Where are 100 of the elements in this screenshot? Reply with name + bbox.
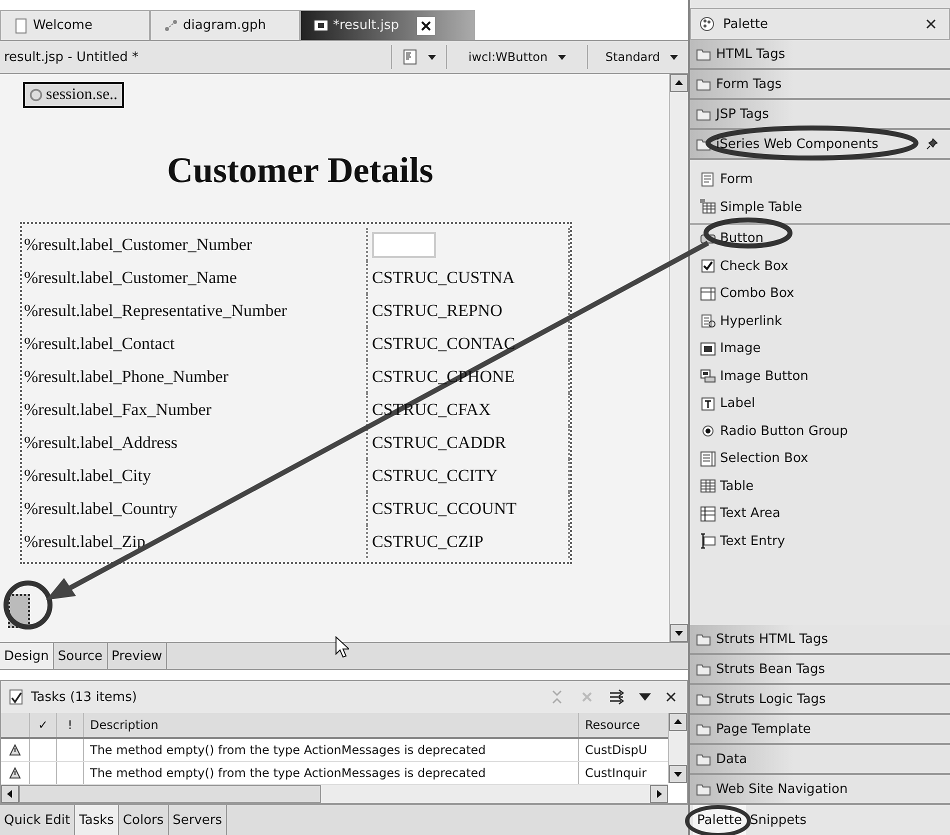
field-label: %result.label_Address [22,426,368,459]
view-tab[interactable]: Colors [118,805,169,835]
form-icon [700,172,716,188]
view-tab[interactable]: Preview [108,643,168,669]
palette-drawer[interactable]: Struts Logic Tags [690,685,950,715]
field-label: %result.label_Phone_Number [22,360,368,393]
caret-icon [670,54,678,60]
field-label: %result.label_Customer_Number [22,228,368,261]
palette-drawer[interactable]: Web Site Navigation [690,775,950,805]
palette-drawer[interactable]: Struts HTML Tags [690,625,950,655]
column-header[interactable]: ✓ [30,713,57,737]
warning-icon [9,767,21,779]
palette-tab[interactable]: Snippets [746,805,811,835]
palette-item[interactable]: Check Box [690,252,950,280]
table-icon [700,478,716,494]
palette-item[interactable]: Radio Button Group [690,418,950,445]
field-value: CSTRUC_CONTAC [372,334,516,354]
field-label: %result.label_City [22,459,368,492]
palette-drawer[interactable]: Page Template [690,715,950,745]
table-cell-text: CustDispU [584,742,648,759]
field-label: %result.label_Customer_Name [22,261,368,294]
input-field[interactable] [372,232,436,258]
caret-icon [558,54,566,60]
jsp-file-icon [313,18,329,34]
component-dropdown[interactable]: iwcl:WButton [446,45,587,69]
view-tab[interactable]: Source [54,643,108,669]
list-box-icon [700,450,716,467]
close-icon[interactable] [417,16,436,34]
editor-tab[interactable]: *result.jsp [300,10,475,40]
field-value: CSTRUC_REPNO [372,300,502,320]
palette-drawer[interactable]: HTML Tags [690,40,950,70]
field-value: CSTRUC_CZIP [372,532,484,552]
sort-icon[interactable] [609,689,625,705]
annotation-circle [4,580,52,630]
field-label: %result.label_Representative_Number [22,294,368,327]
field-value: CSTRUC_CCOUNT [372,498,517,518]
palette-item[interactable]: Combo Box [690,280,950,308]
task-list-icon [9,689,25,705]
palette-item[interactable]: Label [690,390,950,418]
caret-icon [428,54,436,60]
view-tab[interactable]: Design [0,643,54,669]
palette-drawer[interactable]: Form Tags [690,70,950,100]
palette-drawer[interactable]: Data [690,745,950,775]
field-label: %result.label_Fax_Number [22,393,368,426]
diagram-icon [163,18,179,34]
palette-item[interactable]: Image Button [690,362,950,390]
column-header[interactable]: ! [57,713,84,737]
scroll-up-icon[interactable] [670,74,688,92]
palette-item[interactable]: Text Area [690,500,950,528]
editor-tab[interactable]: Welcome [0,10,150,40]
pin-icon[interactable] [926,138,938,150]
bean-icon [29,88,43,102]
view-tab[interactable]: Tasks [75,805,119,835]
field-value: CSTRUC_CUSTNA [372,268,515,288]
close-icon[interactable] [665,691,677,703]
hyperlink-icon [700,313,716,330]
table-cell: The method empty() from the type ActionMessages is deprecated [84,762,579,784]
editor-tab[interactable]: diagram.gph [150,10,300,40]
field-value: CSTRUC_CCITY [372,466,498,486]
palette-item[interactable]: Hyperlink [690,308,950,335]
horizontal-scrollbar[interactable] [1,785,668,803]
image-button-icon [700,368,716,384]
column-header[interactable]: Description [84,713,579,737]
scroll-up-icon[interactable] [669,713,687,731]
menu-icon[interactable] [639,693,651,701]
field-value: CSTRUC_CADDR [372,432,506,452]
style-dropdown[interactable]: Standard [587,45,688,69]
session-bean[interactable]: session.se.. [23,82,124,108]
scroll-left-icon[interactable] [1,785,19,803]
palette-item[interactable]: Text Entry [690,528,950,555]
warning-icon [9,744,21,756]
palette-drawer[interactable]: JSP Tags [690,100,950,130]
label-icon [700,396,716,412]
vertical-scrollbar[interactable] [669,74,688,642]
panel-title: Palette [723,16,768,32]
palette-drawer[interactable]: Struts Bean Tags [690,655,950,685]
combo-box-icon [700,286,716,302]
palette-item[interactable]: Image [690,335,950,362]
palette-item[interactable]: Simple Table [690,194,950,221]
page-icon [13,18,29,34]
scroll-down-icon[interactable] [670,624,688,642]
field-label: %result.label_Contact [22,327,368,360]
checkbox-icon [700,258,716,274]
palette-item[interactable]: Selection Box [690,445,950,472]
scroll-thumb[interactable] [19,785,321,803]
close-icon[interactable] [925,18,937,30]
scroll-right-icon[interactable] [650,785,668,803]
column-header[interactable]: Resource [579,713,668,737]
view-tab[interactable]: Servers [168,805,228,835]
table-icon [700,199,716,216]
table-cell: The method empty() from the type ActionMessages is deprecated [84,739,579,761]
palette-icon [699,16,715,32]
scroll-down-icon[interactable] [669,765,687,783]
field-label: %result.label_Country [22,492,368,525]
page-heading: Customer Details [166,149,434,192]
editor-title: result.jsp - Untitled * [4,50,140,64]
vertical-scrollbar[interactable] [668,713,687,783]
palette-item[interactable]: Form [690,166,950,194]
palette-item[interactable]: Table [690,472,950,500]
table-cell-text: CustInquir [584,765,648,782]
